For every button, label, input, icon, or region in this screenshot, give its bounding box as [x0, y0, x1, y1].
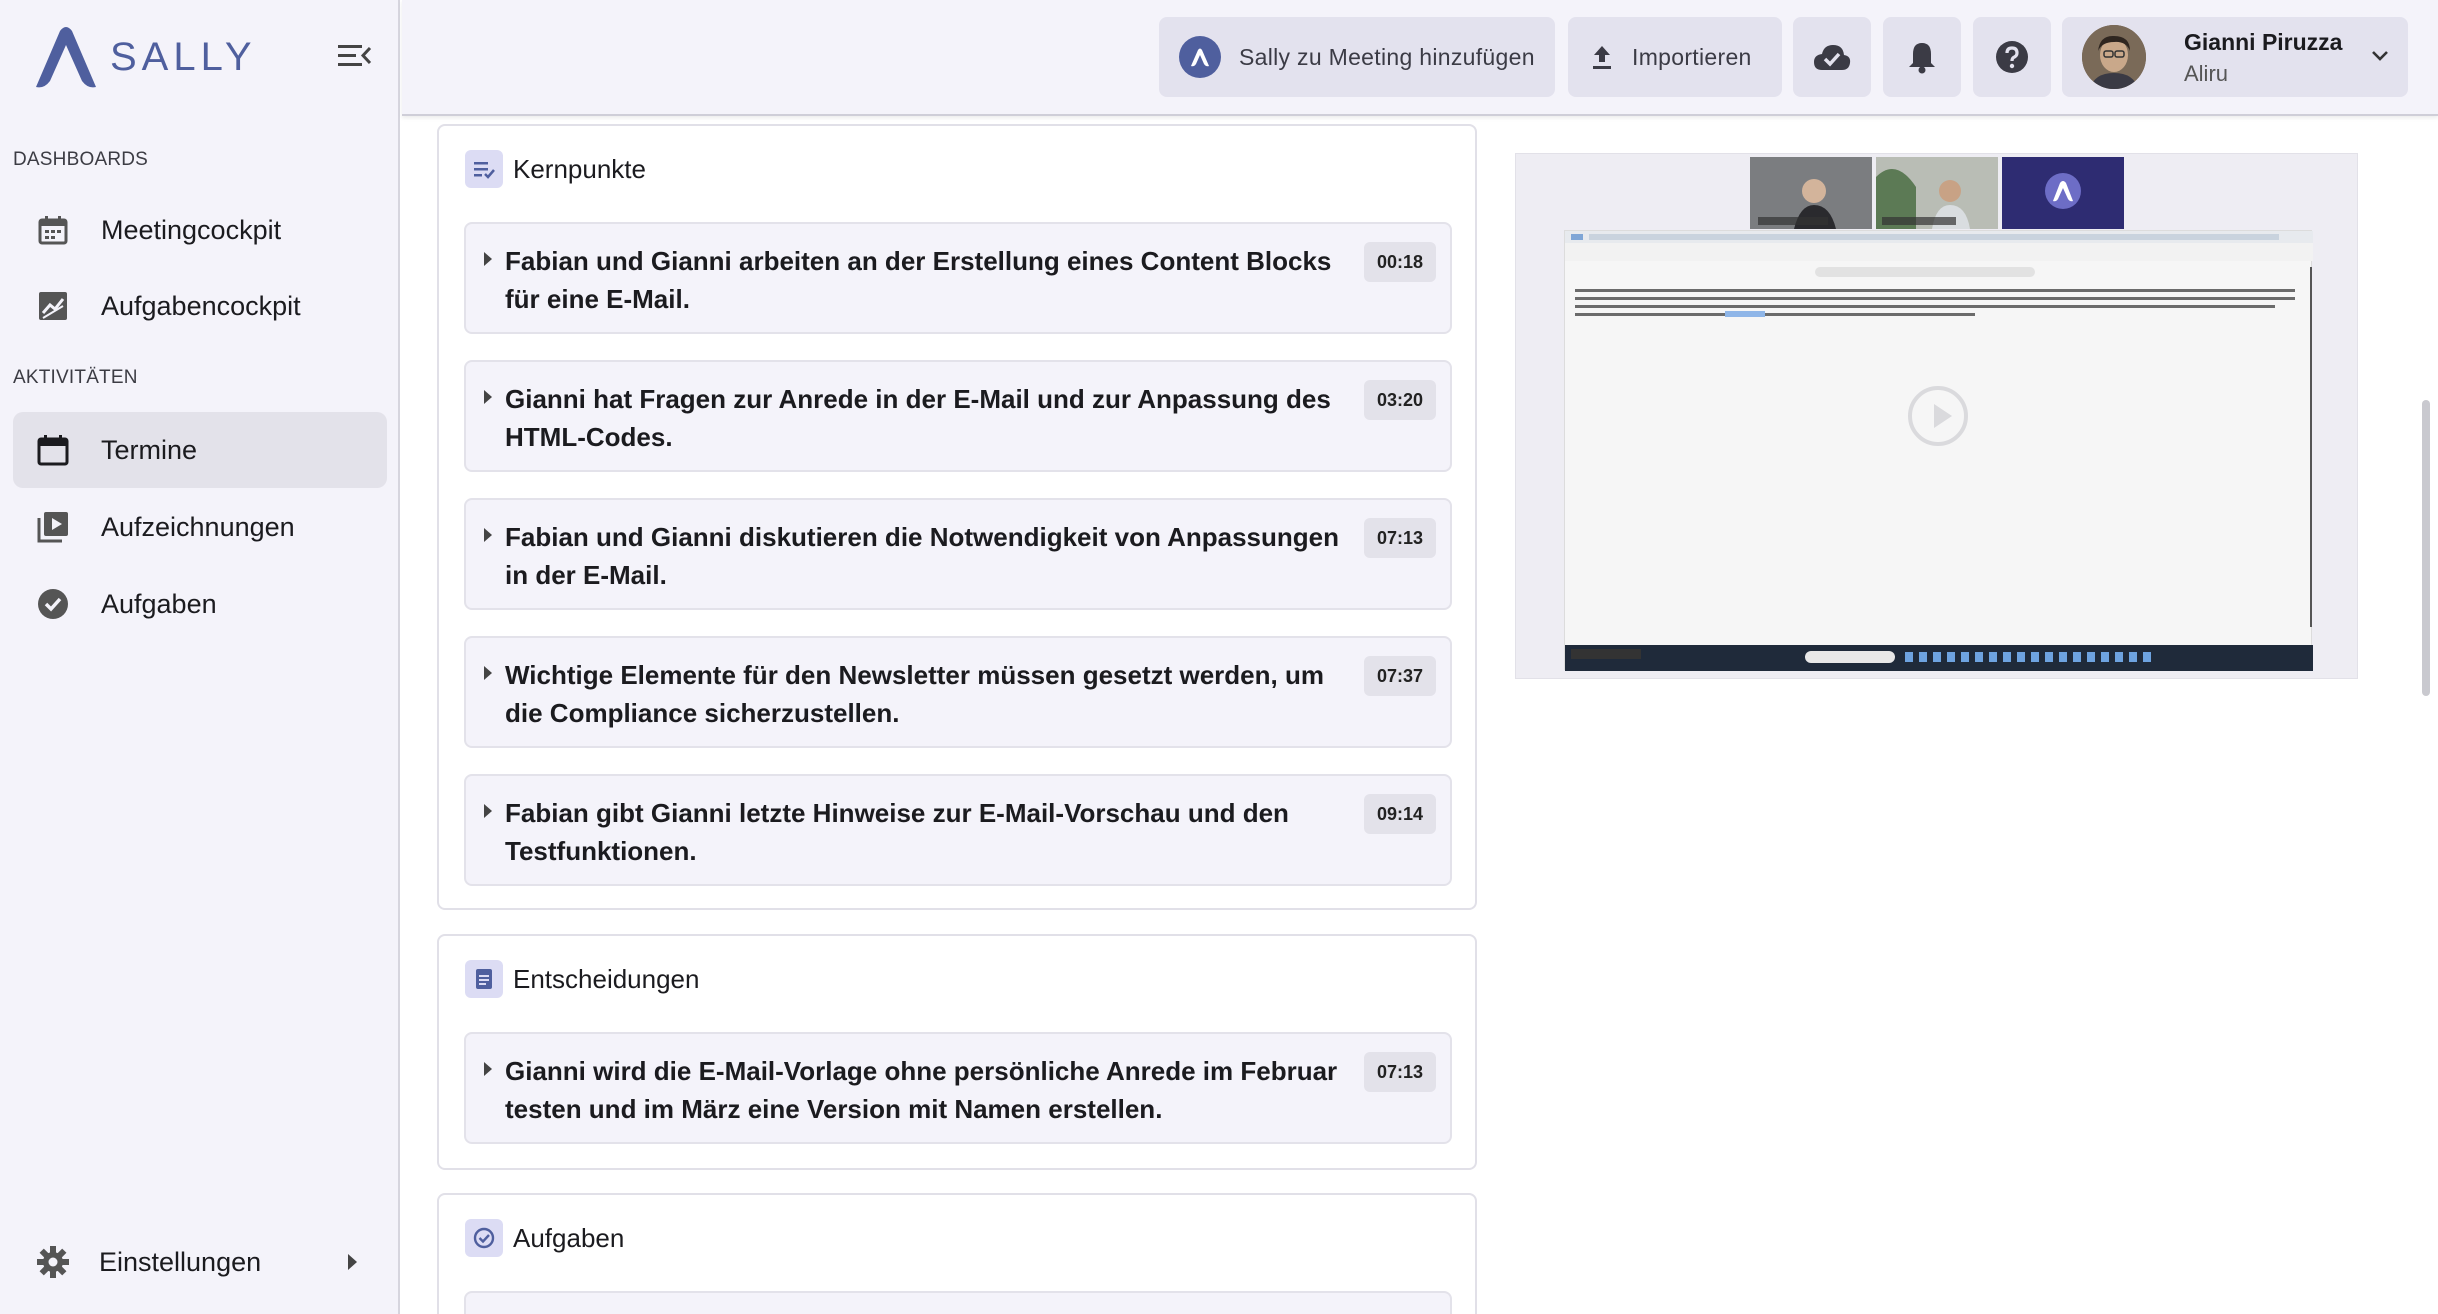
participant-thumbnail: [1876, 157, 1998, 229]
sidebar-item-aufzeichnungen[interactable]: Aufzeichnungen: [13, 489, 387, 565]
brand-logo[interactable]: SALLY: [30, 22, 257, 92]
check-circle-icon: [35, 586, 71, 622]
sally-logo-icon: [36, 27, 96, 88]
document-icon: [465, 960, 503, 998]
timestamp-badge[interactable]: 07:13: [1363, 1052, 1436, 1092]
list-item[interactable]: Gianni hat Fragen zur Anrede in der E-Ma…: [464, 360, 1452, 472]
cloud-done-icon: [1812, 42, 1852, 72]
list-item[interactable]: Fabian und Gianni diskutieren die Notwen…: [464, 498, 1452, 610]
list-item[interactable]: Fabian und Gianni arbeiten an der Erstel…: [464, 222, 1452, 334]
timestamp-badge[interactable]: 07:13: [1363, 518, 1436, 558]
key-point-text: Gianni hat Fragen zur Anrede in der E-Ma…: [505, 384, 1331, 452]
calendar-grid-icon: [35, 212, 71, 248]
chart-icon: [35, 288, 71, 324]
sally-logo-icon: [1179, 36, 1221, 78]
expand-arrow-icon: [484, 666, 492, 680]
shared-screen: [1564, 230, 2313, 671]
add-sally-to-meeting-label: Sally zu Meeting hinzufügen: [1239, 43, 1535, 70]
recording-video-player[interactable]: [1515, 153, 2358, 679]
settings-label: Einstellungen: [99, 1246, 262, 1277]
calendar-icon: [35, 432, 71, 468]
entscheidungen-card: Entscheidungen Gianni wird die E-Mail-Vo…: [437, 934, 1477, 1170]
expand-arrow-icon: [484, 390, 492, 404]
notifications-button[interactable]: [1883, 17, 1961, 97]
expand-arrow-icon: [484, 252, 492, 266]
section-label-dashboards: DASHBOARDS: [13, 149, 149, 170]
chevron-down-icon: [2370, 49, 2390, 68]
page-scrollbar[interactable]: [2422, 400, 2430, 696]
bell-icon: [1907, 40, 1937, 74]
aufgaben-card: Aufgaben: [437, 1193, 1477, 1314]
timestamp-badge[interactable]: 00:18: [1363, 242, 1436, 282]
sidebar-item-label: Meetingcockpit: [101, 214, 282, 245]
expand-arrow-icon: [484, 1062, 492, 1076]
expand-caret-icon: [348, 1254, 357, 1270]
list-check-icon: [465, 150, 503, 188]
sidebar-item-label: Termine: [101, 434, 198, 465]
user-menu[interactable]: Gianni Piruzza Aliru: [2062, 17, 2408, 97]
aufgaben-header: Aufgaben: [465, 1219, 624, 1257]
help-button[interactable]: [1973, 17, 2051, 97]
sidebar-item-label: Aufzeichnungen: [101, 511, 295, 542]
list-item[interactable]: Fabian gibt Gianni letzte Hinweise zur E…: [464, 774, 1452, 886]
sidebar-item-termine[interactable]: Termine: [13, 412, 387, 488]
timestamp-badge[interactable]: 09:14: [1363, 794, 1436, 834]
kernpunkte-title: Kernpunkte: [513, 153, 646, 184]
list-item[interactable]: [464, 1291, 1452, 1314]
list-item[interactable]: Wichtige Elemente für den Newsletter müs…: [464, 636, 1452, 748]
kernpunkte-header: Kernpunkte: [465, 150, 646, 188]
kernpunkte-card: Kernpunkte Fabian und Gianni arbeiten an…: [437, 124, 1477, 910]
participant-thumbnail-sally: [2002, 157, 2124, 229]
task-check-icon: [465, 1219, 503, 1257]
cloud-sync-button[interactable]: [1793, 17, 1871, 97]
brand-name: SALLY: [110, 34, 257, 79]
entscheidungen-title: Entscheidungen: [513, 963, 700, 994]
timestamp-badge[interactable]: 03:20: [1363, 380, 1436, 420]
app-root: SALLY DASHBOARDS Meetingcockpit Aufgaben…: [0, 0, 2438, 1314]
key-point-text: Fabian und Gianni arbeiten an der Erstel…: [505, 246, 1332, 314]
import-button[interactable]: Importieren: [1568, 17, 1782, 97]
sidebar-item-label: Aufgaben: [101, 588, 217, 619]
sidebar-item-einstellungen[interactable]: Einstellungen: [13, 1224, 387, 1300]
sidebar-item-aufgabencockpit[interactable]: Aufgabencockpit: [13, 268, 387, 344]
section-label-aktivitaeten: AKTIVITÄTEN: [13, 367, 138, 388]
sidebar: SALLY DASHBOARDS Meetingcockpit Aufgaben…: [0, 0, 400, 1314]
top-header: Sally zu Meeting hinzufügen Importieren: [402, 0, 2438, 116]
list-item[interactable]: Gianni wird die E-Mail-Vorlage ohne pers…: [464, 1032, 1452, 1144]
user-name: Gianni Piruzza: [2184, 29, 2343, 55]
user-organization: Aliru: [2184, 61, 2229, 86]
expand-arrow-icon: [484, 528, 492, 542]
timestamp-badge[interactable]: 07:37: [1363, 656, 1436, 696]
key-point-text: Wichtige Elemente für den Newsletter müs…: [505, 660, 1324, 728]
expand-arrow-icon: [484, 804, 492, 818]
help-icon: [1994, 39, 2030, 75]
sidebar-item-aufgaben[interactable]: Aufgaben: [13, 566, 387, 642]
sidebar-item-meetingcockpit[interactable]: Meetingcockpit: [13, 192, 387, 268]
play-icon[interactable]: [1908, 386, 1968, 446]
aufgaben-title: Aufgaben: [513, 1222, 625, 1253]
add-sally-to-meeting-button[interactable]: Sally zu Meeting hinzufügen: [1159, 17, 1555, 97]
video-library-icon: [35, 509, 71, 545]
entscheidungen-header: Entscheidungen: [465, 960, 699, 998]
gear-icon: [35, 1244, 71, 1280]
participant-thumbnail: [1750, 157, 1872, 229]
key-point-text: Fabian gibt Gianni letzte Hinweise zur E…: [505, 798, 1289, 866]
avatar: [2082, 25, 2146, 89]
sidebar-item-label: Aufgabencockpit: [101, 290, 301, 321]
decision-text: Gianni wird die E-Mail-Vorlage ohne pers…: [505, 1056, 1338, 1124]
collapse-sidebar-icon[interactable]: [334, 38, 374, 74]
key-point-text: Fabian und Gianni diskutieren die Notwen…: [505, 522, 1340, 590]
upload-icon: [1590, 43, 1614, 71]
import-label: Importieren: [1632, 43, 1752, 70]
